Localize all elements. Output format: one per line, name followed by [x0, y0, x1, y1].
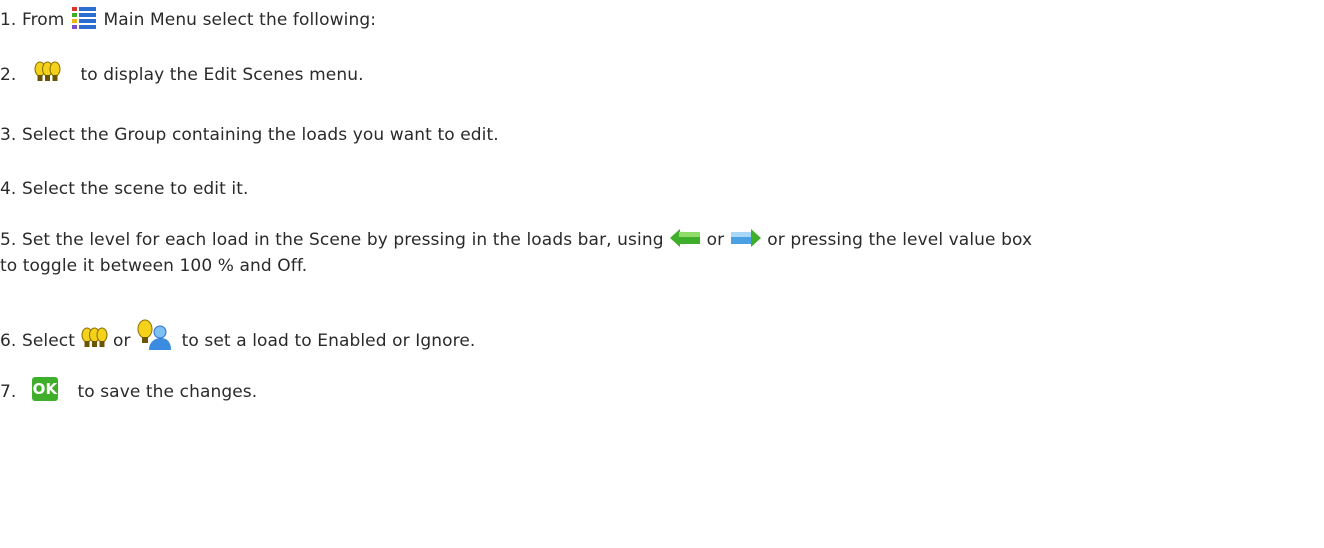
step-number: 6.	[0, 331, 17, 351]
step-text: Select the scene to edit it.	[21, 179, 249, 199]
step-text-post: or pressing the level value box	[767, 230, 1033, 250]
step-text: Select the Group containing the loads yo…	[21, 125, 499, 145]
step-4: 4. Select the scene to edit it.	[0, 178, 249, 200]
step-text-mid: or	[113, 331, 131, 351]
edit-scenes-icon	[34, 61, 61, 83]
step-number: 3.	[0, 125, 17, 145]
step-number: 5.	[0, 230, 17, 250]
step-text-post: to display the Edit Scenes menu.	[80, 65, 364, 85]
step-text-line2: to toggle it between 100 % and Off.	[0, 256, 308, 276]
left-arrow-icon[interactable]	[669, 228, 701, 248]
step-text-pre: From	[21, 10, 65, 30]
step-text-post: to set a load to Enabled or Ignore.	[181, 331, 476, 351]
ignore-bulb-person-icon[interactable]	[136, 319, 172, 351]
step-text-post: Main Menu select the following:	[103, 10, 377, 30]
step-6: 6. Select or to set a load to Enabled or…	[0, 319, 476, 357]
step-text-mid: or	[706, 230, 725, 250]
step-3: 3. Select the Group containing the loads…	[0, 124, 499, 146]
main-menu-icon	[71, 7, 96, 29]
step-text-pre: Set the level for each load in the Scene…	[21, 230, 664, 250]
step-1: 1. From Main Menu select the following:	[0, 7, 377, 31]
ok-icon[interactable]: OK	[31, 377, 58, 401]
step-2: 2. to display the Edit Scenes menu.	[0, 61, 364, 86]
ok-label: OK	[32, 380, 58, 398]
right-arrow-icon[interactable]	[730, 228, 762, 248]
step-text-pre: Select	[21, 331, 75, 351]
step-5: 5. Set the level for each load in the Sc…	[0, 227, 1320, 279]
step-7: 7. OK to save the changes.	[0, 377, 258, 404]
step-number: 1.	[0, 10, 17, 30]
step-number: 2.	[0, 65, 17, 85]
step-text-post: to save the changes.	[77, 382, 258, 402]
step-number: 7.	[0, 382, 17, 402]
enabled-bulbs-icon[interactable]	[81, 327, 108, 349]
step-number: 4.	[0, 179, 17, 199]
